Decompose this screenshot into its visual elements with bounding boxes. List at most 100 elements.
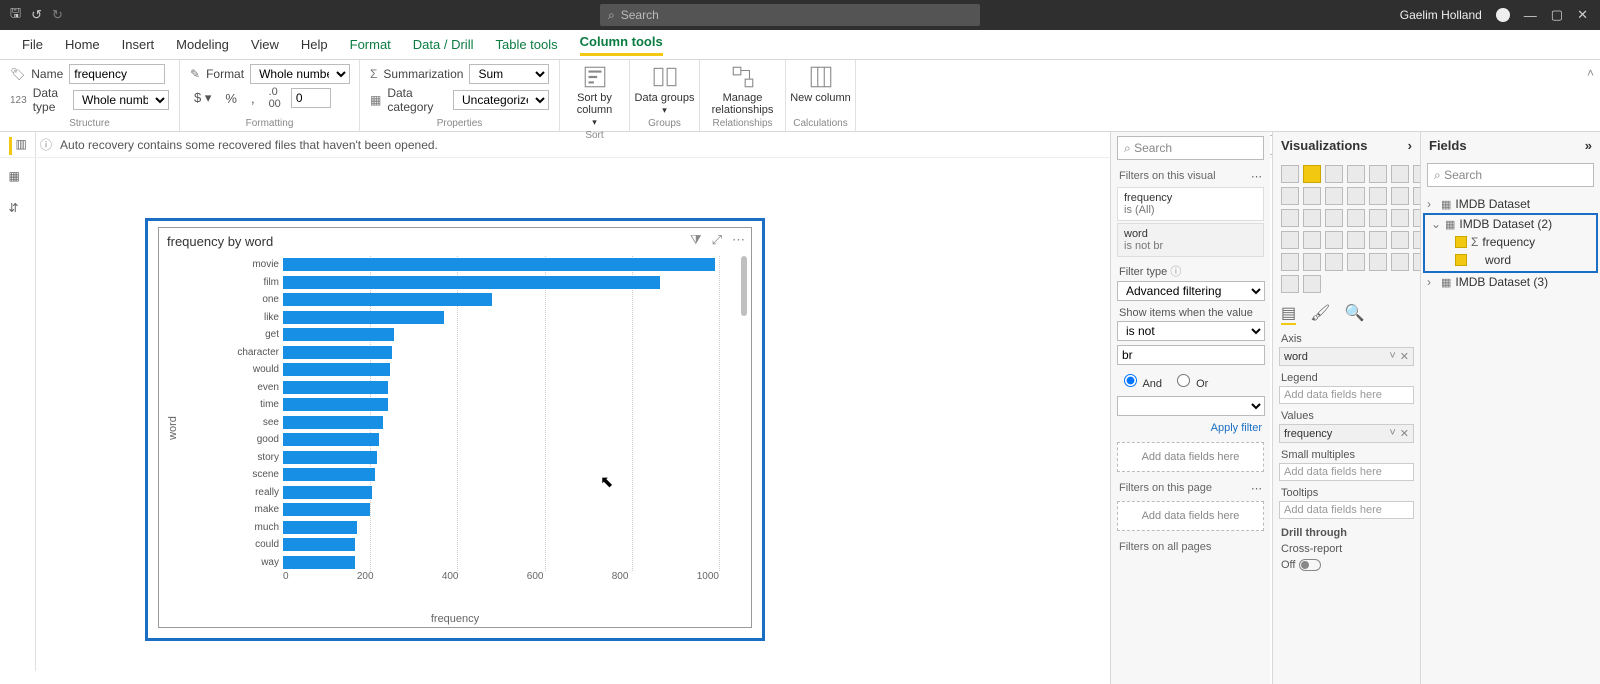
viz-type-icon[interactable] [1369,187,1387,205]
more-options-icon[interactable]: ⋯ [732,232,745,248]
sort-by-column-button[interactable]: Sort by column▾ [563,64,627,128]
more-icon[interactable]: ⋯ [1251,482,1262,495]
filter-card-word[interactable]: word is not br [1117,223,1264,257]
values-well[interactable]: frequency˅✕ [1279,424,1414,443]
viz-type-icon[interactable] [1391,187,1409,205]
thousands-button[interactable]: , [247,91,259,106]
model-view-icon[interactable]: ⇵ [9,201,27,219]
viz-type-icon[interactable] [1303,165,1321,183]
filter-icon[interactable]: ⧩ [690,232,702,248]
filter-val1-input[interactable] [1117,345,1265,365]
fields-search[interactable]: ⌕ Search [1427,163,1594,187]
remove-icon[interactable]: ✕ [1400,427,1409,440]
viz-type-icon[interactable] [1369,253,1387,271]
viz-type-icon[interactable] [1281,209,1299,227]
bar[interactable] [283,311,444,324]
dataset-2[interactable]: ⌄▦IMDB Dataset (2) [1425,215,1596,233]
user-name[interactable]: Gaelim Holland [1400,8,1482,22]
field-frequency[interactable]: Σfrequency [1425,233,1596,251]
field-word[interactable]: word [1425,251,1596,269]
checkbox-checked-icon[interactable] [1455,236,1467,248]
tab-modeling[interactable]: Modeling [176,37,229,52]
bar[interactable] [283,363,390,376]
remove-icon[interactable]: ✕ [1400,350,1409,363]
viz-type-icon[interactable] [1281,253,1299,271]
viz-type-icon[interactable] [1369,165,1387,183]
category-select[interactable]: Uncategorized [453,90,549,110]
decimal-format-button[interactable]: .000 [265,86,285,110]
decimals-input[interactable] [291,88,331,108]
maximize-icon[interactable]: ▢ [1551,7,1563,23]
bar[interactable] [283,381,388,394]
viz-type-icon[interactable] [1325,253,1343,271]
viz-type-icon[interactable] [1347,253,1365,271]
tab-home[interactable]: Home [65,37,100,52]
or-radio[interactable]: Or [1172,371,1208,390]
tab-column-tools[interactable]: Column tools [580,34,663,56]
user-avatar-icon[interactable] [1496,8,1510,22]
viz-type-icon[interactable] [1303,275,1321,293]
viz-type-icon[interactable] [1369,231,1387,249]
viz-type-icon[interactable] [1391,253,1409,271]
format-select[interactable]: Whole number [250,64,350,84]
filter-drop-visual[interactable]: Add data fields here [1117,442,1264,472]
global-search[interactable]: ⌕ Search [600,4,980,26]
checkbox-checked-icon[interactable] [1455,254,1467,266]
focus-mode-icon[interactable]: ⤢ [712,232,722,248]
analytics-mode-icon[interactable]: 🔍 [1344,303,1364,325]
tab-insert[interactable]: Insert [122,37,155,52]
tab-format[interactable]: Format [350,37,391,52]
viz-type-icon[interactable] [1347,165,1365,183]
viz-type-icon[interactable] [1347,209,1365,227]
chevron-down-icon[interactable]: ˅ [1389,350,1395,363]
tooltips-well[interactable]: Add data fields here [1279,501,1414,519]
data-view-icon[interactable]: ▦ [9,169,27,187]
tab-data-drill[interactable]: Data / Drill [413,37,474,52]
viz-type-icon[interactable] [1281,165,1299,183]
viz-type-icon[interactable] [1347,231,1365,249]
visual-selected[interactable]: frequency by word ⧩ ⤢ ⋯ word moviefilmon… [145,218,765,641]
bar[interactable] [283,398,388,411]
redo-icon[interactable]: ↻ [52,7,63,23]
save-icon[interactable]: 🖫 [10,4,21,26]
bar[interactable] [283,451,377,464]
apply-filter-link[interactable]: Apply filter [1111,418,1270,438]
close-icon[interactable]: ✕ [1577,7,1588,23]
cross-report-toggle[interactable] [1299,559,1321,571]
dataset-3[interactable]: ›▦IMDB Dataset (3) [1421,273,1600,291]
viz-type-icon[interactable] [1281,231,1299,249]
undo-icon[interactable]: ↺ [31,7,42,23]
small-multiples-well[interactable]: Add data fields here [1279,463,1414,481]
viz-type-icon[interactable] [1303,187,1321,205]
datatype-select[interactable]: Whole number [73,90,169,110]
viz-type-icon[interactable] [1303,209,1321,227]
data-groups-button[interactable]: Data groups▾ [633,64,697,116]
summarization-select[interactable]: Sum [469,64,549,84]
bar[interactable] [283,468,375,481]
legend-well[interactable]: Add data fields here [1279,386,1414,404]
bar[interactable] [283,538,355,551]
bar[interactable] [283,433,379,446]
fields-mode-icon[interactable]: ▤ [1281,303,1296,325]
bar[interactable] [283,328,394,341]
collapse-icon[interactable]: » [1585,138,1592,153]
new-column-button[interactable]: New column [789,64,853,104]
manage-relationships-button[interactable]: Manage relationships [711,64,775,116]
bar[interactable] [283,556,355,569]
viz-type-icon[interactable] [1391,209,1409,227]
viz-type-icon[interactable] [1303,253,1321,271]
more-icon[interactable]: ⋯ [1251,170,1262,183]
chart-scrollbar[interactable] [741,256,747,316]
format-mode-icon[interactable]: 🖌 [1310,303,1330,325]
bar[interactable] [283,276,660,289]
viz-type-icon[interactable] [1281,187,1299,205]
viz-type-icon[interactable] [1369,209,1387,227]
bar[interactable] [283,346,392,359]
filter-op2-select[interactable] [1117,396,1265,416]
filter-card-frequency[interactable]: frequency is (All) [1117,187,1264,221]
bar[interactable] [283,258,715,271]
currency-button[interactable]: $ ▾ [190,90,215,106]
bar[interactable] [283,486,372,499]
name-input[interactable] [69,64,165,84]
viz-type-icon[interactable] [1391,165,1409,183]
